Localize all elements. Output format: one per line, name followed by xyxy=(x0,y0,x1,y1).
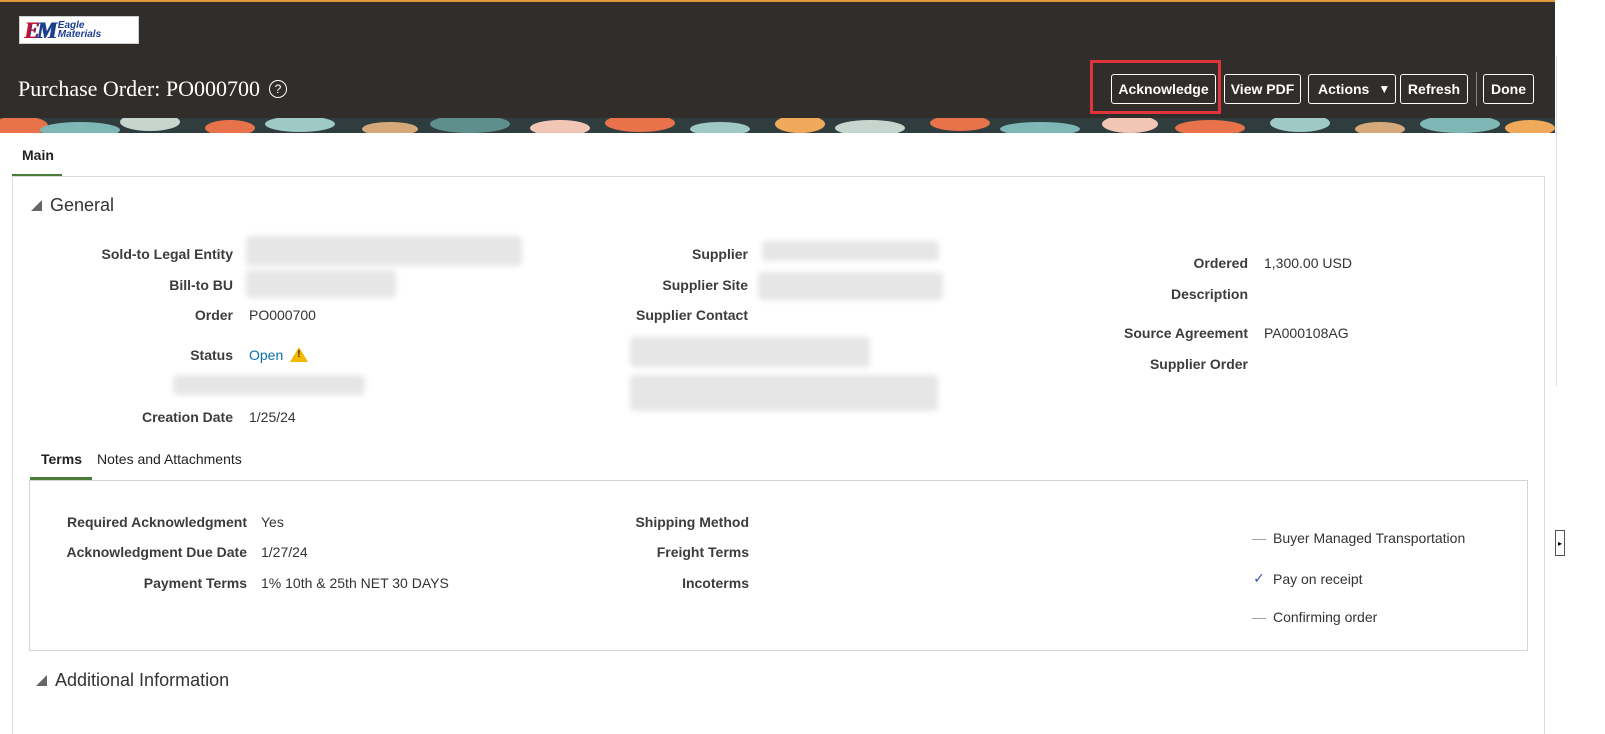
freight-terms-label: Freight Terms xyxy=(656,544,749,560)
tab-main[interactable]: Main xyxy=(12,137,62,177)
company-logo[interactable]: EM Eagle Materials xyxy=(19,16,139,44)
supplier-contact-redacted-1 xyxy=(630,337,870,367)
supplier-site-value-redacted xyxy=(758,272,943,300)
flag-pay-on-receipt: ✓ Pay on receipt xyxy=(1253,570,1363,587)
done-button[interactable]: Done xyxy=(1483,74,1534,104)
shipping-method-label: Shipping Method xyxy=(635,514,749,530)
bill-to-label: Bill-to BU xyxy=(169,277,233,293)
source-agreement-value: PA000108AG xyxy=(1264,325,1349,341)
sold-to-label: Sold-to Legal Entity xyxy=(101,246,233,262)
supplier-contact-label: Supplier Contact xyxy=(635,307,748,323)
banner-pattern xyxy=(0,118,1555,133)
actions-button[interactable]: Actions ▼ xyxy=(1308,74,1396,104)
dash-icon: — xyxy=(1252,530,1266,546)
creation-date-label: Creation Date xyxy=(141,409,233,425)
supplier-contact-redacted-2 xyxy=(630,375,938,411)
incoterms-label: Incoterms xyxy=(682,575,749,591)
logo-initials: EM xyxy=(24,17,57,43)
supplier-site-label: Supplier Site xyxy=(662,277,748,293)
logo-wordmark: Eagle Materials xyxy=(57,20,102,40)
ordered-label: Ordered xyxy=(1193,255,1248,271)
required-ack-value: Yes xyxy=(261,514,284,530)
supplier-order-label: Supplier Order xyxy=(1149,356,1248,372)
sold-to-value-redacted xyxy=(246,236,522,266)
supplier-label: Supplier xyxy=(691,246,748,262)
check-icon: ✓ xyxy=(1253,570,1265,586)
redacted-field xyxy=(173,375,365,395)
decorative-banner xyxy=(0,118,1555,133)
help-icon[interactable]: ? xyxy=(268,80,287,98)
flag-confirming-order: — Confirming order xyxy=(1252,609,1378,625)
warning-icon[interactable] xyxy=(290,347,309,362)
terms-panel xyxy=(29,480,1528,651)
bill-to-value-redacted xyxy=(246,270,396,298)
status-label: Status xyxy=(190,347,233,363)
payment-terms-value: 1% 10th & 25th NET 30 DAYS xyxy=(261,575,449,591)
ack-due-date-label: Acknowledgment Due Date xyxy=(66,544,247,560)
scrollbar-track[interactable] xyxy=(1556,56,1564,386)
tab-notes-attachments[interactable]: Notes and Attachments xyxy=(97,448,242,480)
payment-terms-label: Payment Terms xyxy=(143,575,247,591)
description-label: Description xyxy=(1170,286,1248,302)
page-title: Purchase Order: PO000700 ? xyxy=(18,76,287,102)
order-value: PO000700 xyxy=(249,307,316,323)
acknowledge-button[interactable]: Acknowledge xyxy=(1111,74,1216,104)
source-agreement-label: Source Agreement xyxy=(1124,325,1248,341)
tab-terms[interactable]: Terms xyxy=(30,448,92,480)
ordered-value: 1,300.00 USD xyxy=(1264,255,1352,271)
creation-date-value: 1/25/24 xyxy=(249,409,296,425)
collapse-triangle-icon xyxy=(36,675,47,686)
order-label: Order xyxy=(194,307,233,323)
general-section-header[interactable]: General xyxy=(31,195,114,216)
status-link[interactable]: Open xyxy=(249,347,283,363)
supplier-value-redacted xyxy=(762,241,939,261)
additional-info-section-header[interactable]: Additional Information xyxy=(36,670,229,691)
required-ack-label: Required Acknowledgment xyxy=(67,514,247,530)
refresh-button[interactable]: Refresh xyxy=(1400,74,1468,104)
caret-down-icon: ▼ xyxy=(1378,82,1391,96)
toolbar-divider xyxy=(1476,72,1477,106)
ack-due-date-value: 1/27/24 xyxy=(261,544,308,560)
flag-buyer-managed-transportation: — Buyer Managed Transportation xyxy=(1252,530,1466,546)
side-panel-toggle[interactable]: ▸ xyxy=(1555,530,1565,556)
collapse-triangle-icon xyxy=(31,200,42,211)
status-value: Open xyxy=(249,347,309,363)
dash-icon: — xyxy=(1252,609,1266,625)
view-pdf-button[interactable]: View PDF xyxy=(1224,74,1301,104)
